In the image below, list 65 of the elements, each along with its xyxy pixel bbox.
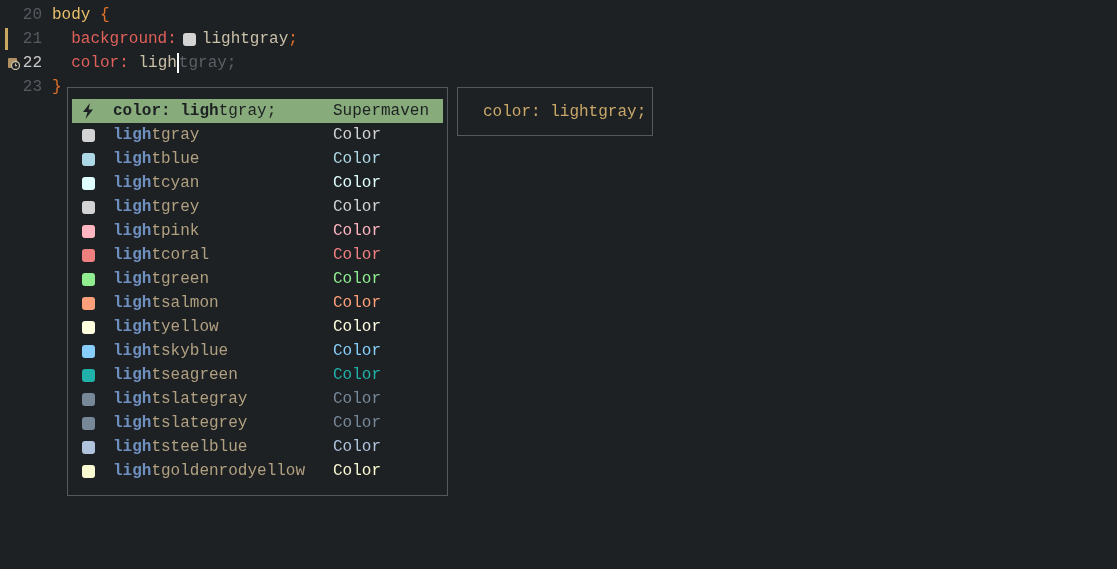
completion-item[interactable]: lightslategrey Color: [72, 411, 443, 435]
suggestion-type: Color: [333, 245, 381, 266]
text-cursor: [176, 53, 179, 73]
suggestion-label: lightsteelblue: [113, 437, 249, 458]
suggestion-type: Color: [333, 413, 381, 434]
completion-item[interactable]: color: lightgray; Supermaven: [72, 99, 443, 123]
suggestion-type: Color: [333, 149, 381, 170]
suggestion-label: lightcyan: [113, 173, 201, 194]
completion-item[interactable]: lightpink Color: [72, 219, 443, 243]
suggestion-type: Color: [333, 317, 381, 338]
line-number: 23: [21, 77, 42, 98]
suggestion-label: lightpink: [113, 221, 201, 242]
suggestion-label: lightgrey: [113, 197, 201, 218]
suggestion-label: lightcoral: [113, 245, 210, 266]
suggestion-type: Color: [333, 221, 381, 242]
completion-item[interactable]: lightslategray Color: [72, 387, 443, 411]
completion-item[interactable]: lightgrey Color: [72, 195, 443, 219]
completion-item[interactable]: lightskyblue Color: [72, 339, 443, 363]
suggestion-label: lightgray: [113, 125, 201, 146]
brace: {: [99, 5, 110, 26]
completion-item[interactable]: lightgoldenrodyellow Color: [72, 459, 443, 483]
line-number: 21: [21, 29, 42, 50]
suggestion-type: Color: [333, 341, 381, 362]
suggestion-label: lightgreen: [113, 269, 210, 290]
preview-text: color: lightgray;: [483, 101, 647, 123]
completion-item[interactable]: lightcyan Color: [72, 171, 443, 195]
completion-item[interactable]: lightgreen Color: [72, 267, 443, 291]
suggestion-type: Color: [333, 173, 381, 194]
line-number: 22: [21, 53, 42, 74]
semicolon: ;: [288, 29, 298, 50]
suggestion-label: lightslategray: [113, 389, 249, 410]
suggestion-type: Color: [333, 269, 381, 290]
brace: }: [52, 77, 62, 98]
suggestion-label: lightseagreen: [113, 365, 239, 386]
suggestion-label: lightyellow: [113, 317, 220, 338]
clock-icon: [8, 56, 20, 70]
suggestion-label: lightskyblue: [113, 341, 230, 362]
lightning-icon: [82, 103, 94, 119]
css-value: lightgray: [201, 29, 289, 50]
suggestion-label: lightblue: [113, 149, 201, 170]
suggestion-label: lightgoldenrodyellow: [113, 461, 307, 482]
suggestion-type: Color: [333, 125, 381, 146]
inline-suggestion: tgray;: [178, 53, 237, 74]
completion-item[interactable]: lightblue Color: [72, 147, 443, 171]
css-value: ligh: [138, 53, 177, 74]
completion-item[interactable]: lightsteelblue Color: [72, 435, 443, 459]
suggestion-label: color: lightgray;: [113, 101, 278, 122]
suggestion-type: Color: [333, 365, 381, 386]
suggestion-type: Color: [333, 197, 381, 218]
css-property: background:: [70, 29, 177, 50]
css-property: color:: [70, 53, 130, 74]
suggestion-type: Supermaven: [333, 101, 429, 122]
suggestion-type: Color: [333, 437, 381, 458]
completion-item[interactable]: lightseagreen Color: [72, 363, 443, 387]
completion-item[interactable]: lightsalmon Color: [72, 291, 443, 315]
completion-item[interactable]: lightcoral Color: [72, 243, 443, 267]
line-number: 20: [21, 5, 42, 26]
suggestion-type: Color: [333, 461, 381, 482]
suggestion-label: lightsalmon: [113, 293, 220, 314]
completion-item[interactable]: lightgray Color: [72, 123, 443, 147]
suggestion-type: Color: [333, 389, 381, 410]
completion-item[interactable]: lightyellow Color: [72, 315, 443, 339]
suggestion-label: lightslategrey: [113, 413, 249, 434]
css-selector: body: [52, 5, 91, 26]
suggestion-type: Color: [333, 293, 381, 314]
